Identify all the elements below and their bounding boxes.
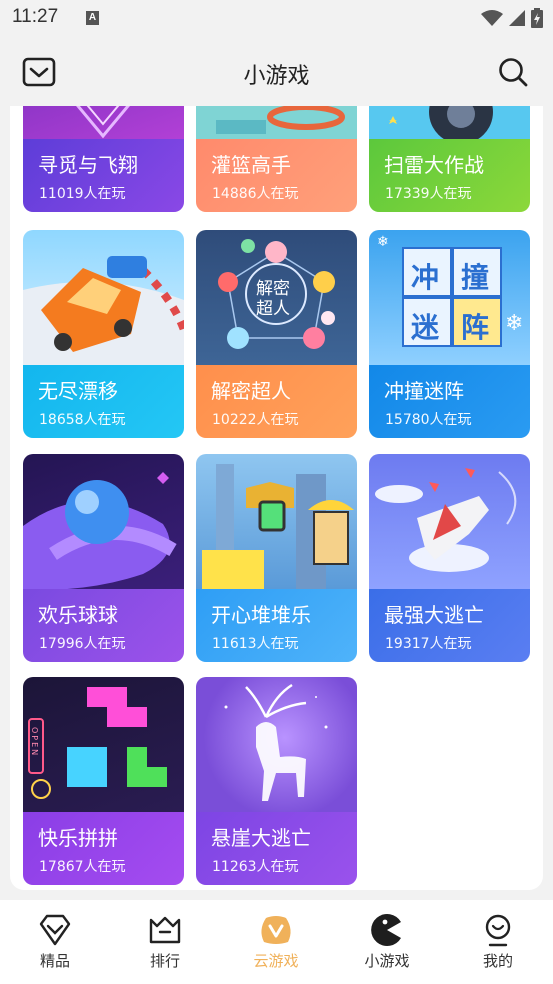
game-info: 最强大逃亡 19317人在玩 — [369, 589, 530, 662]
game-info: 开心堆堆乐 11613人在玩 — [196, 589, 357, 662]
game-players: 11019人在玩 — [39, 186, 126, 202]
gamepad-icon — [261, 916, 291, 944]
game-card[interactable]: OPEN 快乐拼拼 17867人在玩 — [23, 677, 184, 885]
game-cover — [369, 454, 530, 589]
game-cover — [196, 677, 357, 812]
battery-icon — [531, 8, 543, 28]
game-cover: OPEN — [23, 677, 184, 812]
game-players: 14886人在玩 — [212, 186, 299, 202]
game-name: 无尽漂移 — [38, 379, 118, 403]
crown-icon — [149, 916, 181, 944]
notification-badge-icon: A — [86, 11, 99, 25]
page-title: 小游戏 — [243, 64, 310, 89]
game-cover: ❄ ❄ 冲 撞 迷 阵 — [369, 230, 530, 365]
game-card[interactable]: 最强大逃亡 19317人在玩 — [369, 454, 530, 662]
game-name: 欢乐球球 — [38, 603, 118, 627]
game-info: 欢乐球球 17996人在玩 — [23, 589, 184, 662]
art-text: 阵 — [461, 311, 490, 344]
game-name: 灌篮高手 — [211, 153, 291, 177]
tab-profile[interactable]: 我的 — [443, 900, 553, 984]
svg-text:❄: ❄ — [505, 311, 523, 336]
game-card[interactable]: 开心堆堆乐 11613人在玩 — [196, 454, 357, 662]
game-info: 快乐拼拼 17867人在玩 — [23, 812, 184, 885]
game-info: 解密超人 10222人在玩 — [196, 365, 357, 438]
art-text: 撞 — [461, 261, 490, 294]
wifi-icon — [481, 10, 503, 26]
game-cover — [196, 106, 357, 139]
art-text: 冲 — [411, 261, 440, 294]
tab-mini-games[interactable]: 小游戏 — [332, 900, 442, 984]
diamond-icon — [39, 914, 71, 946]
game-cover: 解密 超人 — [196, 230, 357, 365]
art-text: 迷 — [411, 311, 440, 344]
status-bar: 11:27 A — [0, 0, 553, 38]
game-name: 快乐拼拼 — [38, 826, 118, 850]
game-cover — [196, 454, 357, 589]
tab-ranking[interactable]: 排行 — [110, 900, 220, 984]
game-info: 灌篮高手 14886人在玩 — [196, 139, 357, 212]
tab-label: 小游戏 — [364, 952, 410, 970]
game-card[interactable]: 寻觅与飞翔 11019人在玩 — [23, 106, 184, 212]
game-card[interactable]: 灌篮高手 14886人在玩 — [196, 106, 357, 212]
game-card[interactable]: 扫雷大作战 17339人在玩 — [369, 106, 530, 212]
status-icons — [481, 8, 543, 28]
game-info: 扫雷大作战 17339人在玩 — [369, 139, 530, 212]
game-players: 11613人在玩 — [212, 636, 299, 652]
game-info: 寻觅与飞翔 11019人在玩 — [23, 139, 184, 212]
game-name: 最强大逃亡 — [384, 603, 484, 627]
signal-icon — [509, 10, 525, 26]
game-players: 18658人在玩 — [39, 412, 126, 428]
bottom-nav: 精品 排行 云游戏 小游戏 我的 — [0, 900, 553, 984]
game-players: 17339人在玩 — [385, 186, 472, 202]
game-cover — [23, 230, 184, 365]
game-name: 解密超人 — [211, 379, 291, 403]
open-sign: OPEN — [30, 727, 39, 758]
game-name: 悬崖大逃亡 — [211, 826, 311, 850]
game-card[interactable]: 欢乐球球 17996人在玩 — [23, 454, 184, 662]
game-cover — [23, 106, 184, 139]
game-info: 无尽漂移 18658人在玩 — [23, 365, 184, 438]
game-card[interactable]: 无尽漂移 18658人在玩 — [23, 230, 184, 438]
game-cover — [23, 454, 184, 589]
game-players: 11263人在玩 — [212, 859, 299, 875]
tab-label: 精品 — [39, 952, 70, 970]
game-card[interactable]: 解密 超人 解密超人 10222人在玩 — [196, 230, 357, 438]
game-cover — [369, 106, 530, 139]
game-name: 寻觅与飞翔 — [38, 153, 138, 177]
game-players: 15780人在玩 — [385, 412, 472, 428]
profile-icon — [485, 914, 511, 947]
game-card[interactable]: 悬崖大逃亡 11263人在玩 — [196, 677, 357, 885]
tab-label: 我的 — [482, 952, 513, 970]
art-text-bottom: 超人 — [256, 299, 290, 319]
tab-cloud-games[interactable]: 云游戏 — [221, 900, 331, 984]
game-name: 开心堆堆乐 — [211, 603, 311, 627]
pacman-icon — [371, 914, 401, 946]
app-header: 小游戏 — [0, 38, 553, 106]
game-info: 悬崖大逃亡 11263人在玩 — [196, 812, 357, 885]
svg-text:❄: ❄ — [377, 234, 389, 250]
tab-featured[interactable]: 精品 — [0, 900, 110, 984]
search-icon[interactable] — [497, 56, 529, 88]
game-players: 17996人在玩 — [39, 636, 126, 652]
game-info: 冲撞迷阵 15780人在玩 — [369, 365, 530, 438]
game-name: 冲撞迷阵 — [384, 379, 464, 403]
game-card[interactable]: ❄ ❄ 冲 撞 迷 阵 冲撞迷阵 15780人在玩 — [369, 230, 530, 438]
game-grid: 寻觅与飞翔 11019人在玩 灌篮高手 14886人在玩 扫雷大作战 17339… — [10, 106, 543, 890]
game-players: 10222人在玩 — [212, 412, 299, 428]
status-time: 11:27 — [12, 6, 59, 27]
game-players: 19317人在玩 — [385, 636, 472, 652]
tab-label: 排行 — [149, 952, 180, 970]
game-name: 扫雷大作战 — [384, 153, 484, 177]
game-players: 17867人在玩 — [39, 859, 126, 875]
tab-label: 云游戏 — [253, 952, 299, 970]
